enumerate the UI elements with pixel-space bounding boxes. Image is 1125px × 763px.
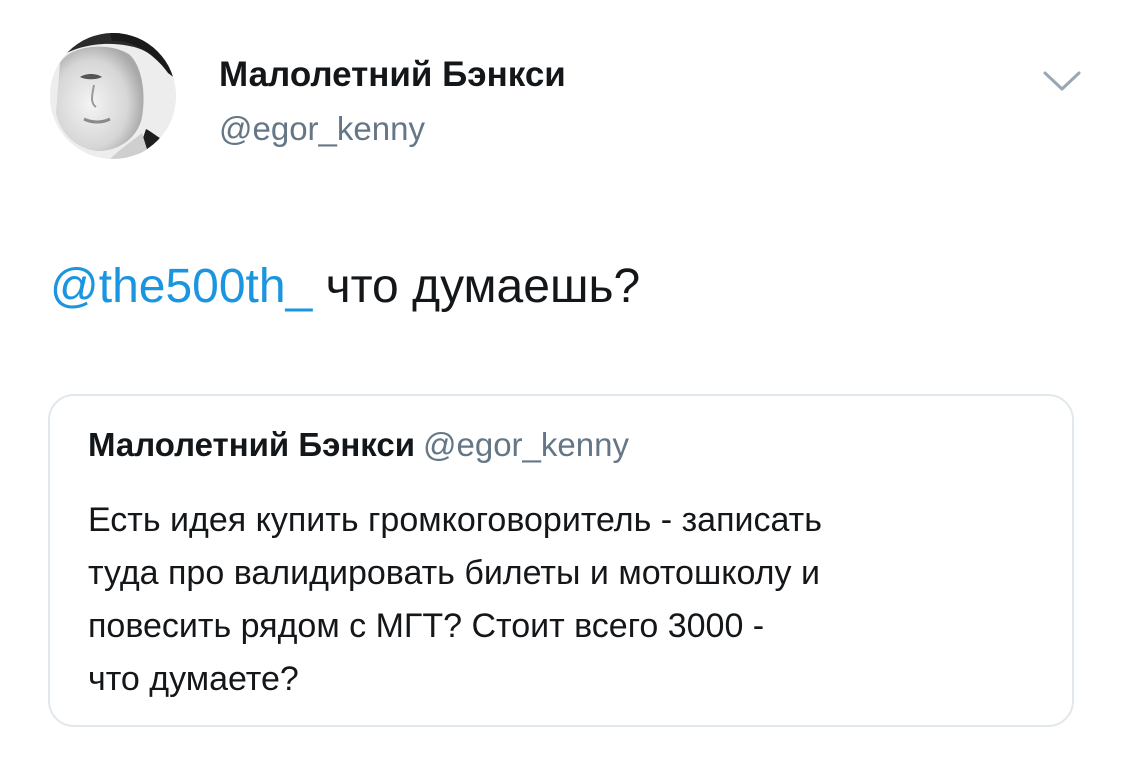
author-handle[interactable]: @egor_kenny <box>219 110 425 148</box>
quoted-tweet-card[interactable]: Малолетний Бэнкси @egor_kenny Есть идея к… <box>48 394 1074 727</box>
quoted-author-display-name: Малолетний Бэнкси <box>88 426 415 463</box>
quoted-tweet-text: Есть идея купить громкоговоритель - запи… <box>88 494 1048 706</box>
quoted-text-line: туда про валидировать билеты и мотошколу… <box>88 554 820 592</box>
quoted-text-line: повесить рядом с МГТ? Стоит всего 3000 - <box>88 607 765 645</box>
author-display-name[interactable]: Малолетний Бэнкси <box>219 55 566 95</box>
author-avatar[interactable] <box>50 33 176 159</box>
tweet-body-text: что думаешь? <box>312 260 641 313</box>
chevron-down-icon <box>1043 71 1081 91</box>
user-avatar-photo-icon <box>50 33 176 159</box>
quoted-text-line: что думаете? <box>88 660 299 698</box>
quoted-tweet-header: Малолетний Бэнкси @egor_kenny <box>88 426 629 464</box>
tweet-text: @the500th_ что думаешь? <box>50 258 640 316</box>
quoted-author-handle: @egor_kenny <box>423 426 629 463</box>
quoted-text-line: Есть идея купить громкоговоритель - запи… <box>88 501 822 539</box>
mention-link[interactable]: @the500th_ <box>50 260 312 313</box>
tweet-menu-button[interactable] <box>1042 68 1082 94</box>
